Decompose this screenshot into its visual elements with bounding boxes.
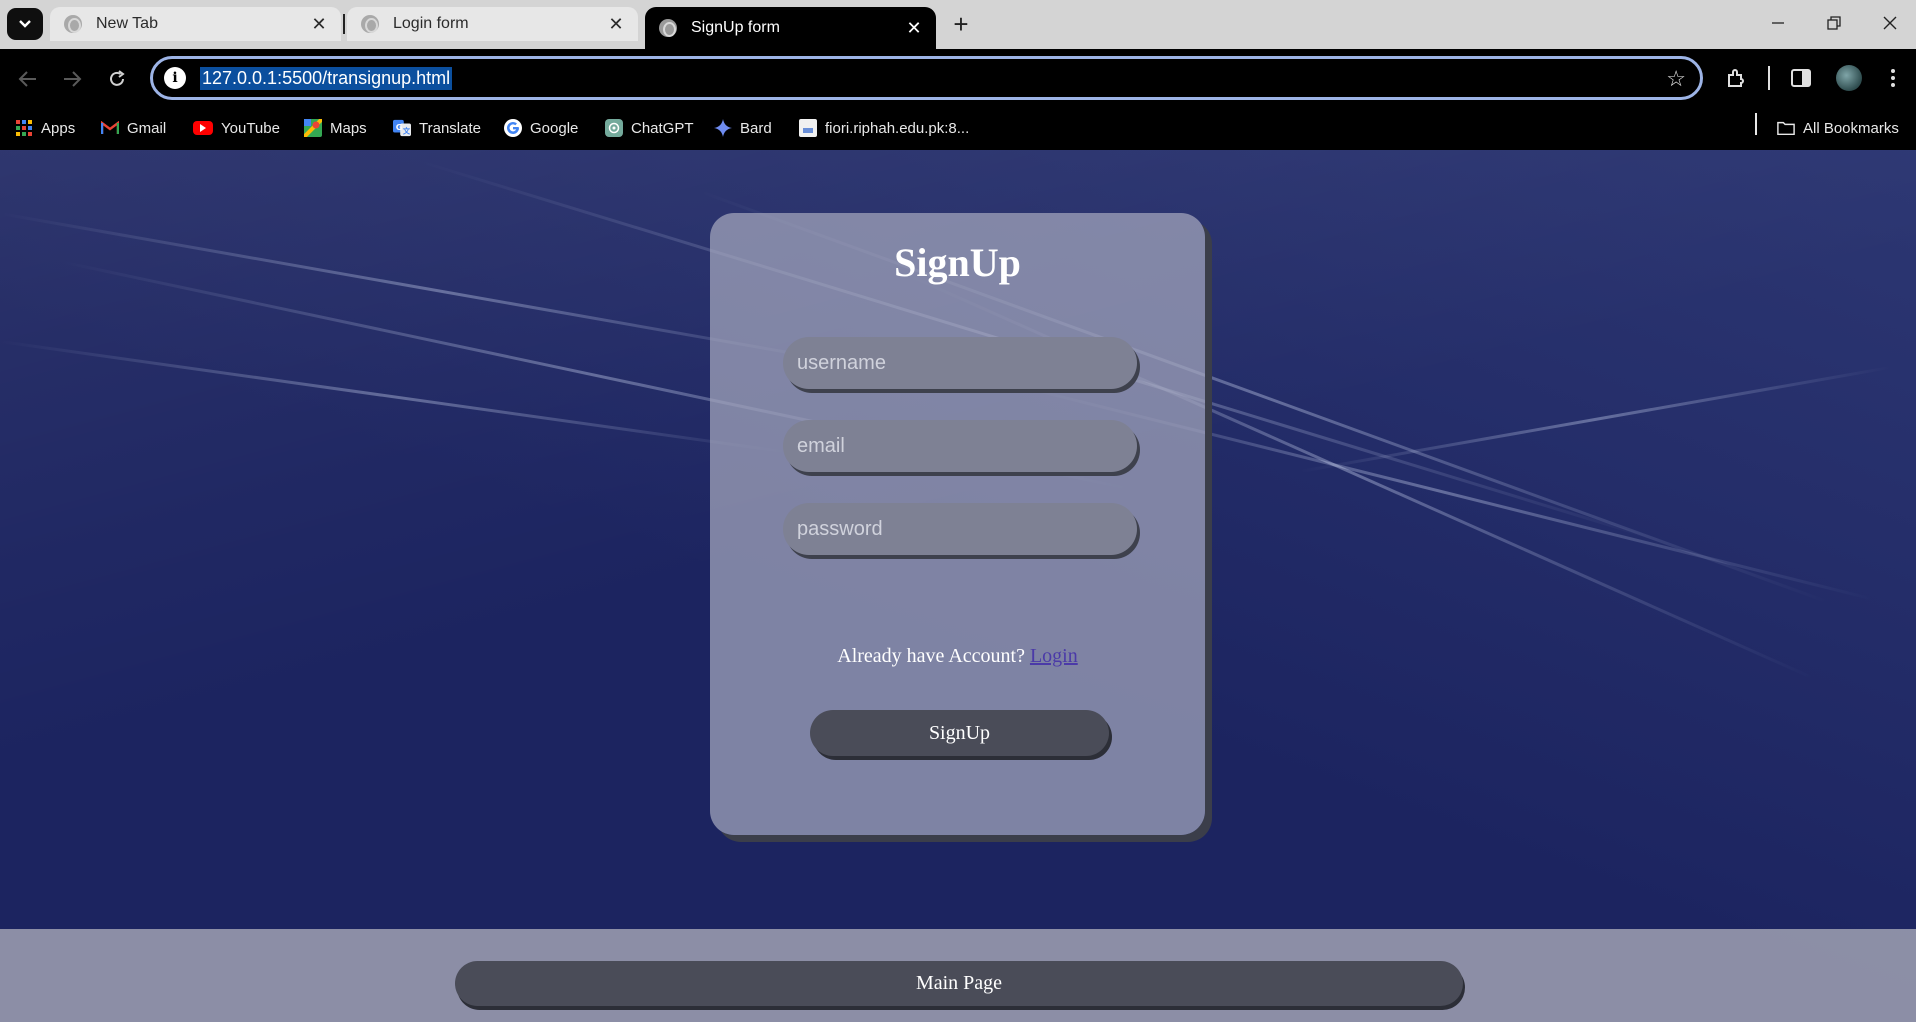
bookmark-maps[interactable]: Maps (304, 115, 367, 141)
signup-card: SignUp username email password Already h… (710, 213, 1205, 835)
side-panel-icon[interactable] (1786, 63, 1816, 93)
tab-signup-form[interactable]: SignUp form ✕ (645, 7, 936, 49)
email-input[interactable]: email (783, 420, 1137, 472)
bookmark-translate[interactable]: G文 Translate (393, 115, 481, 141)
bookmark-fiori[interactable]: fiori.riphah.edu.pk:8... (799, 115, 969, 141)
bookmark-label: All Bookmarks (1803, 119, 1899, 137)
bookmark-label: fiori.riphah.edu.pk:8... (825, 119, 970, 137)
restore-button[interactable] (1806, 0, 1862, 45)
menu-kebab-icon[interactable] (1878, 63, 1908, 93)
globe-icon (659, 19, 677, 37)
tab-login-form[interactable]: Login form ✕ (347, 7, 638, 41)
bookmark-label: Google (530, 119, 579, 137)
bookmarks-bar: Apps Gmail YouTube Maps G文 Translate Goo… (0, 107, 1916, 150)
translate-icon: G文 (393, 119, 411, 137)
browser-toolbar: i 127.0.0.1:5500/transignup.html ☆ (0, 49, 1916, 107)
background-streak (1299, 365, 1892, 473)
tab-title: New Tab (96, 15, 158, 32)
gmail-icon (101, 119, 119, 137)
bookmark-label: YouTube (221, 119, 280, 137)
arrow-right-icon (64, 71, 82, 87)
bookmark-label: Translate (419, 119, 481, 137)
folder-icon (1777, 119, 1795, 137)
close-icon (1883, 16, 1897, 29)
page-icon (799, 119, 817, 137)
reload-button[interactable] (101, 63, 133, 95)
minimize-icon (1772, 21, 1784, 24)
site-info-icon[interactable]: i (164, 67, 186, 89)
bookmarks-divider (1755, 113, 1757, 135)
address-bar[interactable]: i 127.0.0.1:5500/transignup.html ☆ (150, 56, 1703, 100)
chevron-down-icon (19, 20, 31, 28)
globe-icon (64, 15, 82, 33)
google-icon (504, 119, 522, 137)
close-icon[interactable]: ✕ (604, 12, 628, 36)
bookmark-star-icon[interactable]: ☆ (1666, 66, 1686, 92)
close-icon[interactable]: ✕ (307, 12, 331, 36)
bookmark-label: ChatGPT (631, 119, 694, 137)
bookmark-label: Maps (330, 119, 367, 137)
bookmark-chatgpt[interactable]: ChatGPT (605, 115, 694, 141)
extensions-icon[interactable] (1721, 63, 1751, 93)
toolbar-divider (1768, 66, 1770, 90)
signup-button[interactable]: SignUp (810, 710, 1109, 756)
bard-icon (714, 119, 732, 137)
all-bookmarks[interactable]: All Bookmarks (1777, 115, 1899, 141)
main-page-button[interactable]: Main Page (455, 961, 1463, 1006)
tab-title: SignUp form (691, 19, 780, 36)
username-input[interactable]: username (783, 337, 1137, 389)
login-hint: Already have Account? Login (710, 645, 1205, 668)
page-footer: Main Page (0, 929, 1916, 1022)
bookmark-label: Bard (740, 119, 772, 137)
bookmark-gmail[interactable]: Gmail (101, 115, 166, 141)
close-icon[interactable]: ✕ (902, 16, 926, 40)
back-button[interactable] (12, 63, 44, 95)
bookmark-youtube[interactable]: YouTube (193, 115, 280, 141)
bookmark-label: Gmail (127, 119, 167, 137)
svg-text:G: G (396, 122, 403, 132)
password-input[interactable]: password (783, 503, 1137, 555)
tab-new-tab[interactable]: New Tab ✕ (50, 7, 341, 41)
bookmark-label: Apps (41, 119, 76, 137)
close-window-button[interactable] (1862, 0, 1916, 45)
chatgpt-icon (605, 119, 623, 137)
bookmark-google[interactable]: Google (504, 115, 578, 141)
tab-search-button[interactable] (7, 8, 43, 40)
new-tab-button[interactable]: + (944, 9, 978, 39)
login-link[interactable]: Login (1030, 645, 1078, 667)
youtube-icon (193, 121, 213, 135)
tab-title: Login form (393, 15, 469, 32)
apps-grid-icon (15, 119, 33, 137)
url-text[interactable]: 127.0.0.1:5500/transignup.html (200, 66, 453, 90)
bookmark-bard[interactable]: Bard (714, 115, 772, 141)
tab-divider (343, 14, 345, 34)
bookmark-apps[interactable]: Apps (15, 115, 75, 141)
restore-icon (1827, 15, 1841, 30)
minimize-button[interactable] (1750, 0, 1806, 45)
forward-button[interactable] (56, 63, 88, 95)
svg-text:文: 文 (402, 126, 411, 135)
background-streak (0, 340, 793, 455)
maps-icon (304, 119, 322, 137)
tab-strip: New Tab ✕ Login form ✕ SignUp form ✕ + (0, 0, 1916, 49)
reload-icon (110, 70, 125, 86)
page-viewport: SignUp username email password Already h… (0, 150, 1916, 1022)
profile-avatar[interactable] (1836, 65, 1862, 91)
page-title: SignUp (894, 240, 1021, 285)
login-hint-text: Already have Account? (837, 645, 1025, 667)
globe-icon (361, 15, 379, 33)
arrow-left-icon (18, 71, 36, 87)
